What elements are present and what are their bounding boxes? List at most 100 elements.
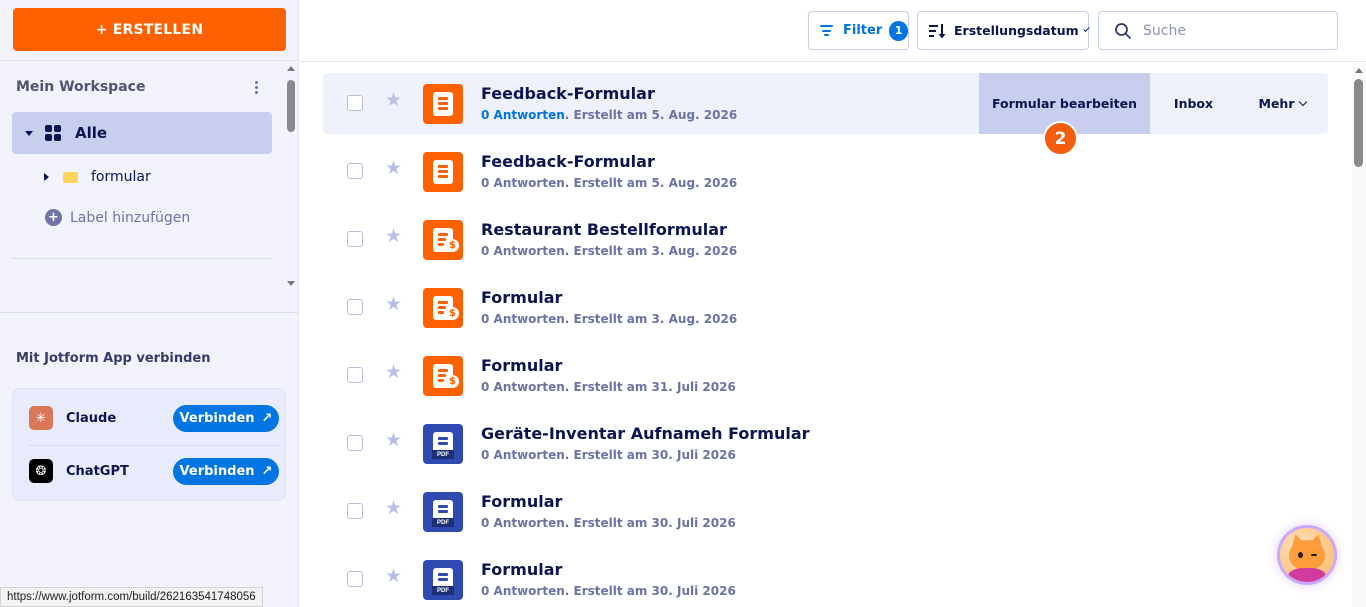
created-date: . Erstellt am 30. Juli 2026 bbox=[564, 516, 736, 530]
external-link-icon: ↗ bbox=[261, 410, 273, 426]
filter-icon bbox=[820, 25, 833, 36]
scroll-down-icon[interactable] bbox=[287, 281, 295, 286]
app-row-chatgpt: ❂ ChatGPT Verbinden ↗ bbox=[29, 456, 279, 486]
connect-chatgpt-button[interactable]: Verbinden ↗ bbox=[173, 457, 279, 485]
row-checkbox[interactable] bbox=[347, 435, 363, 451]
form-title[interactable]: Formular bbox=[481, 492, 562, 511]
connect-card: ✳ Claude Verbinden ↗ ❂ ChatGPT Verbinden… bbox=[12, 388, 286, 501]
created-date: . Erstellt am 3. Aug. 2026 bbox=[564, 244, 738, 258]
form-row[interactable]: ★ PDF Formular 0 Antworten. Erstellt am … bbox=[323, 481, 1328, 542]
more-label: Mehr bbox=[1258, 96, 1295, 111]
form-icon[interactable] bbox=[423, 152, 463, 192]
sidebar-scrollbar[interactable] bbox=[286, 64, 296, 292]
filter-count-badge: 1 bbox=[889, 20, 908, 41]
form-title[interactable]: Formular bbox=[481, 560, 562, 579]
main-scrollbar[interactable] bbox=[1352, 62, 1366, 607]
form-title[interactable]: Formular bbox=[481, 288, 562, 307]
app-name: Claude bbox=[66, 410, 117, 426]
responses-link[interactable]: 0 Antworten bbox=[481, 312, 565, 326]
created-date: . Erstellt am 5. Aug. 2026 bbox=[564, 108, 738, 122]
step-badge: 2 bbox=[1043, 121, 1078, 156]
caret-down-icon[interactable] bbox=[25, 130, 33, 136]
sidebar-item-all[interactable]: Alle bbox=[12, 112, 272, 154]
inbox-button[interactable]: Inbox bbox=[1150, 73, 1237, 134]
sidebar: + ERSTELLEN Mein Workspace Alle formular… bbox=[0, 0, 299, 607]
form-meta: 0 Antworten. Erstellt am 30. Juli 2026 bbox=[481, 584, 736, 598]
create-button[interactable]: + ERSTELLEN bbox=[13, 8, 286, 51]
workspace-menu-icon[interactable] bbox=[246, 76, 266, 98]
scroll-thumb[interactable] bbox=[1354, 79, 1363, 167]
responses-link[interactable]: 0 Antworten bbox=[481, 516, 565, 530]
form-title[interactable]: Restaurant Bestellformular bbox=[481, 220, 727, 239]
row-checkbox[interactable] bbox=[347, 231, 363, 247]
payment-form-icon[interactable]: $ bbox=[423, 220, 463, 260]
sort-icon bbox=[928, 22, 946, 40]
form-row[interactable]: ★ $ Restaurant Bestellformular 0 Antwort… bbox=[323, 209, 1328, 270]
connect-label: Verbinden bbox=[179, 463, 255, 479]
row-checkbox[interactable] bbox=[347, 571, 363, 587]
payment-form-icon[interactable]: $ bbox=[423, 356, 463, 396]
app-name: ChatGPT bbox=[66, 463, 129, 479]
form-title[interactable]: Feedback-Formular bbox=[481, 152, 655, 171]
star-icon[interactable]: ★ bbox=[385, 91, 402, 110]
star-icon[interactable]: ★ bbox=[385, 499, 402, 518]
star-icon[interactable]: ★ bbox=[385, 295, 402, 314]
form-title[interactable]: Feedback-Formular bbox=[481, 84, 655, 103]
form-row[interactable]: ★ $ Formular 0 Antworten. Erstellt am 3.… bbox=[323, 277, 1328, 338]
caret-right-icon[interactable] bbox=[44, 173, 49, 181]
pdf-form-icon[interactable]: PDF bbox=[423, 492, 463, 532]
search-box[interactable] bbox=[1098, 11, 1338, 50]
connect-claude-button[interactable]: Verbinden ↗ bbox=[173, 404, 279, 432]
star-icon[interactable]: ★ bbox=[385, 159, 402, 178]
top-toolbar: Filter 1 Erstellungsdatum bbox=[300, 0, 1366, 62]
search-icon bbox=[1114, 22, 1132, 40]
star-icon[interactable]: ★ bbox=[385, 431, 402, 450]
form-row[interactable]: ★ Feedback-Formular 0 Antworten. Erstell… bbox=[323, 141, 1328, 202]
openai-logo-icon: ❂ bbox=[29, 459, 53, 483]
responses-link[interactable]: 0 Antworten bbox=[481, 108, 565, 122]
responses-link[interactable]: 0 Antworten bbox=[481, 176, 565, 190]
form-meta: 0 Antworten. Erstellt am 30. Juli 2026 bbox=[481, 516, 736, 530]
row-checkbox[interactable] bbox=[347, 367, 363, 383]
scroll-up-icon[interactable] bbox=[1355, 68, 1363, 73]
scroll-thumb[interactable] bbox=[287, 80, 295, 132]
more-button[interactable]: Mehr bbox=[1237, 73, 1328, 134]
sidebar-item-label: Alle bbox=[75, 124, 108, 142]
row-checkbox[interactable] bbox=[347, 503, 363, 519]
responses-link[interactable]: 0 Antworten bbox=[481, 244, 565, 258]
folder-label: formular bbox=[91, 169, 151, 185]
scroll-up-icon[interactable] bbox=[287, 66, 295, 71]
pdf-form-icon[interactable]: PDF bbox=[423, 424, 463, 464]
ai-assistant-avatar[interactable] bbox=[1280, 528, 1334, 582]
star-icon[interactable]: ★ bbox=[385, 363, 402, 382]
sidebar-item-folder[interactable]: formular bbox=[44, 165, 151, 189]
payment-form-icon[interactable]: $ bbox=[423, 288, 463, 328]
form-row[interactable]: ★ PDF Geräte-Inventar Aufnameh Formular … bbox=[323, 413, 1328, 474]
form-title[interactable]: Formular bbox=[481, 356, 562, 375]
add-label-button[interactable]: + Label hinzufügen bbox=[45, 209, 190, 226]
form-row[interactable]: ★ PDF Formular 0 Antworten. Erstellt am … bbox=[323, 549, 1328, 607]
filter-button[interactable]: Filter 1 bbox=[808, 11, 909, 50]
star-icon[interactable]: ★ bbox=[385, 227, 402, 246]
form-icon[interactable] bbox=[423, 84, 463, 124]
star-icon[interactable]: ★ bbox=[385, 567, 402, 586]
row-checkbox[interactable] bbox=[347, 95, 363, 111]
sort-dropdown[interactable]: Erstellungsdatum bbox=[917, 11, 1090, 50]
responses-link[interactable]: 0 Antworten bbox=[481, 584, 565, 598]
row-checkbox[interactable] bbox=[347, 163, 363, 179]
form-row[interactable]: ★ Feedback-Formular 0 Antworten. Erstell… bbox=[323, 73, 1328, 134]
form-list: ★ Feedback-Formular 0 Antworten. Erstell… bbox=[300, 62, 1352, 607]
created-date: . Erstellt am 5. Aug. 2026 bbox=[564, 176, 738, 190]
card-divider bbox=[29, 445, 279, 446]
responses-link[interactable]: 0 Antworten bbox=[481, 448, 565, 462]
app-row-claude: ✳ Claude Verbinden ↗ bbox=[29, 403, 279, 433]
search-input[interactable] bbox=[1143, 22, 1323, 39]
row-checkbox[interactable] bbox=[347, 299, 363, 315]
add-label-text: Label hinzufügen bbox=[70, 209, 191, 226]
responses-link[interactable]: 0 Antworten bbox=[481, 380, 565, 394]
form-title[interactable]: Geräte-Inventar Aufnameh Formular bbox=[481, 424, 810, 443]
pdf-form-icon[interactable]: PDF bbox=[423, 560, 463, 600]
created-date: . Erstellt am 30. Juli 2026 bbox=[564, 584, 736, 598]
form-row[interactable]: ★ $ Formular 0 Antworten. Erstellt am 31… bbox=[323, 345, 1328, 406]
created-date: . Erstellt am 31. Juli 2026 bbox=[564, 380, 736, 394]
